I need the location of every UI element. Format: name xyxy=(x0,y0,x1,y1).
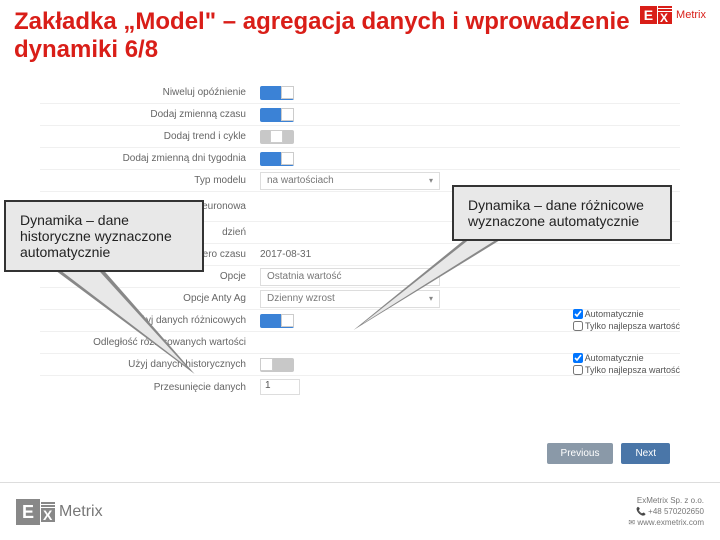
value-zero-date: 2017-08-31 xyxy=(260,249,311,260)
label-timevar: Dodaj zmienną czasu xyxy=(40,109,260,120)
label-delay: Niweluj opóźnienie xyxy=(40,87,260,98)
brand-logo-top: E X Metrix xyxy=(640,6,706,24)
input-shift[interactable]: 1 xyxy=(260,379,300,395)
callout-differential: Dynamika – dane różnicowe wyznaczone aut… xyxy=(452,185,672,241)
toggle-delay[interactable] xyxy=(260,86,294,100)
callout-historical: Dynamika – dane historyczne wyznaczone a… xyxy=(4,200,204,272)
chevron-down-icon: ▾ xyxy=(429,294,433,303)
chk-hist-auto[interactable] xyxy=(573,353,583,363)
toggle-weekday[interactable] xyxy=(260,152,294,166)
chk-hist-best[interactable] xyxy=(573,365,583,375)
footer-company: ExMetrix Sp. z o.o. xyxy=(628,495,704,506)
toggle-trend[interactable] xyxy=(260,130,294,144)
toggle-hist[interactable] xyxy=(260,358,294,372)
toggle-diff[interactable] xyxy=(260,314,294,328)
footer-phone: +48 570202650 xyxy=(648,507,704,516)
footer-site: www.exmetrix.com xyxy=(637,518,704,527)
brand-logo-footer: E X Metrix xyxy=(16,499,103,525)
label-shift: Przesunięcie danych xyxy=(40,382,260,393)
next-button[interactable]: Next xyxy=(621,443,670,464)
label-weekday: Dodaj zmienną dni tygodnia xyxy=(40,153,260,164)
label-modeltype: Typ modelu xyxy=(40,175,260,186)
toggle-timevar[interactable] xyxy=(260,108,294,122)
footer: E X Metrix ExMetrix Sp. z o.o. 📞 +48 570… xyxy=(0,482,720,540)
slide-title: Zakładka „Model" – agregacja danych i wp… xyxy=(14,8,706,63)
logo-square: E xyxy=(640,6,657,24)
previous-button[interactable]: Previous xyxy=(547,443,614,464)
chk-diff-best[interactable] xyxy=(573,321,583,331)
chk-diff-auto[interactable] xyxy=(573,309,583,319)
label-antiag: Opcje Anty Ag xyxy=(40,293,260,304)
chevron-down-icon: ▾ xyxy=(429,176,433,185)
label-trend: Dodaj trend i cykle xyxy=(40,131,260,142)
label-hist: Użyj danych historycznych xyxy=(40,359,260,370)
select-modeltype[interactable]: na wartościach▾ xyxy=(260,172,440,190)
